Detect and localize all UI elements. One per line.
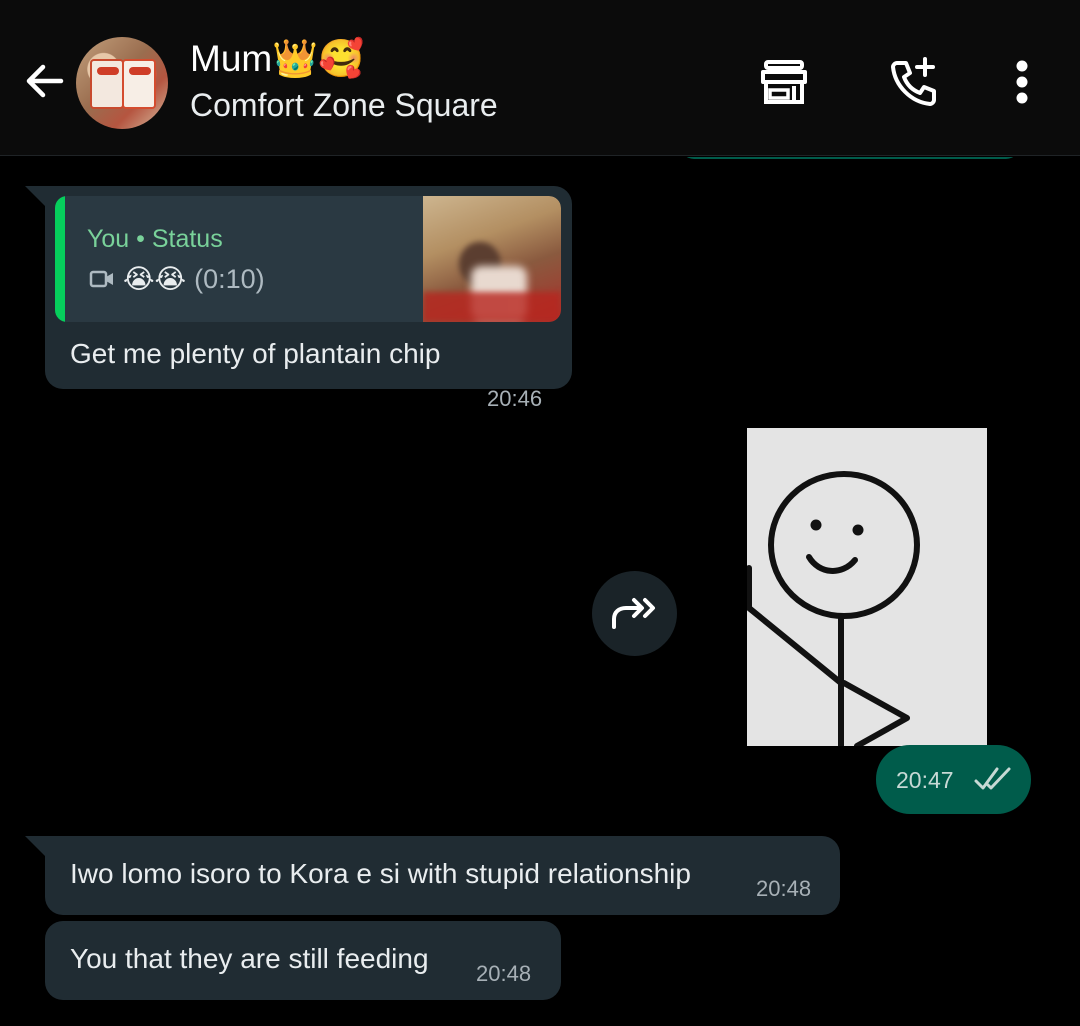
quote-title: You • Status <box>87 225 223 253</box>
back-button[interactable] <box>18 55 70 107</box>
stick-figure-waving-image <box>746 471 920 749</box>
quote-accent-bar <box>55 196 65 322</box>
chat-header: Mum👑🥰 Comfort Zone Square <box>0 0 1080 156</box>
arrow-left-icon <box>26 64 64 98</box>
stick-figure-sticker[interactable] <box>746 428 987 749</box>
chat-screen: Mum👑🥰 Comfort Zone Square You • Status 😭… <box>0 0 1080 1026</box>
message-text: Iwo lomo isoro to Kora e si with stupid … <box>70 858 691 889</box>
forward-icon <box>611 597 655 629</box>
add-call-icon <box>891 57 936 106</box>
message-time: 20:47 <box>896 767 954 793</box>
message-time: 20:46 <box>487 386 543 411</box>
quote-duration: (0:10) <box>194 264 265 294</box>
video-camera-icon <box>89 270 113 288</box>
contact-name: Mum👑🥰 <box>190 38 365 79</box>
more-vertical-icon <box>1016 60 1028 104</box>
storefront-button[interactable] <box>754 52 814 112</box>
incoming-message[interactable]: You • Status 😭😭 (0:10) Get me plenty of … <box>25 186 572 411</box>
status-thumbnail <box>423 196 561 322</box>
message-time: 20:48 <box>756 876 812 901</box>
status-reply-quote[interactable]: You • Status 😭😭 (0:10) <box>55 196 561 322</box>
contact-subtitle: Comfort Zone Square <box>190 87 498 123</box>
add-call-button[interactable] <box>884 52 944 112</box>
forward-button[interactable] <box>592 571 677 656</box>
incoming-message[interactable]: Iwo lomo isoro to Kora e si with stupid … <box>25 836 840 915</box>
outgoing-message-meta[interactable]: 20:47 <box>876 745 1031 814</box>
message-text: Get me plenty of plantain chip <box>70 338 441 369</box>
quote-meta: 😭😭 (0:10) <box>89 262 265 296</box>
storefront-icon <box>761 60 807 104</box>
contact-info[interactable]: Mum👑🥰 Comfort Zone Square <box>190 38 498 125</box>
contact-avatar[interactable] <box>76 37 168 129</box>
double-check-read-icon <box>974 767 1011 790</box>
more-options-button[interactable] <box>992 52 1052 112</box>
previous-message-edge <box>680 157 1020 159</box>
quote-emoji: 😭😭 <box>123 264 187 294</box>
message-time: 20:48 <box>476 961 532 986</box>
message-list[interactable]: You • Status 😭😭 (0:10) Get me plenty of … <box>0 157 1080 1026</box>
message-text: You that they are still feeding <box>70 943 429 974</box>
incoming-message[interactable]: You that they are still feeding 20:48 <box>45 921 561 1000</box>
